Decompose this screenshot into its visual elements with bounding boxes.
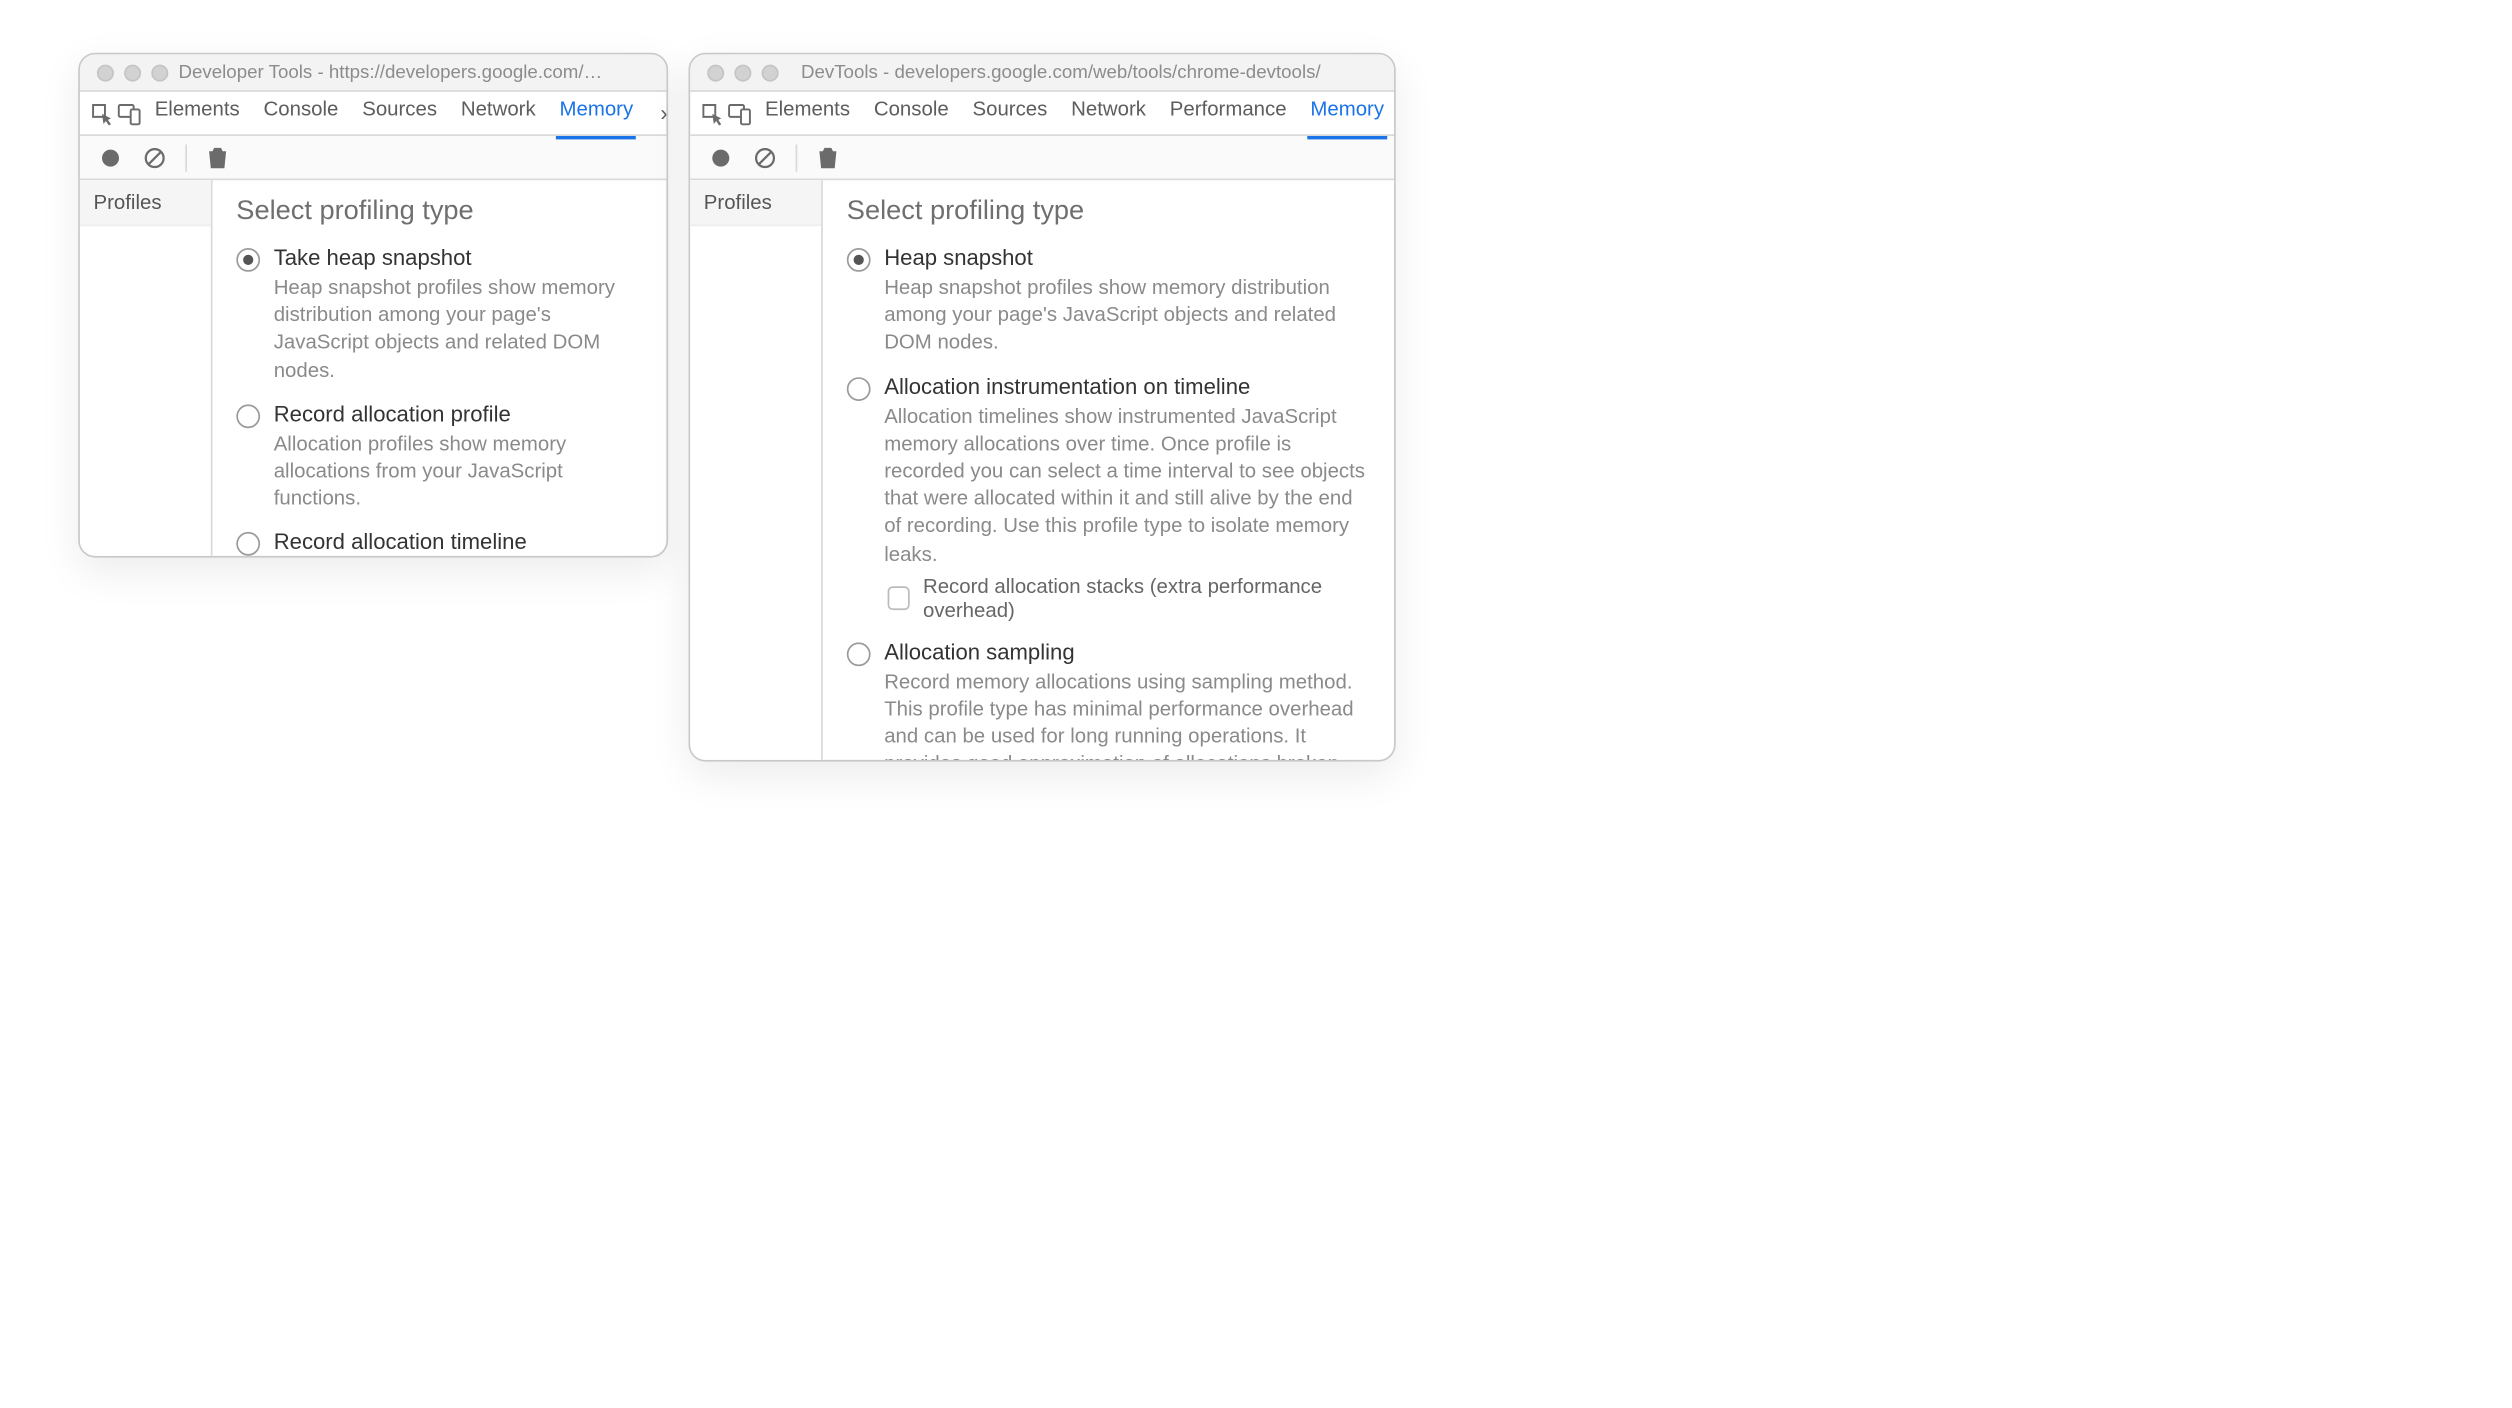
window-controls bbox=[707, 64, 778, 81]
panel-tabbar: Elements Console Sources Network Perform… bbox=[690, 92, 1394, 136]
option-desc: Allocation profiles show memory allocati… bbox=[274, 430, 643, 513]
devtools-window-right: DevTools - developers.google.com/web/too… bbox=[689, 53, 1396, 762]
option-allocation-sampling[interactable]: Allocation sampling Record memory alloca… bbox=[847, 639, 1371, 760]
radio-heap-snapshot[interactable] bbox=[847, 248, 871, 272]
profiling-type-heading: Select profiling type bbox=[236, 197, 642, 228]
record-icon[interactable] bbox=[97, 144, 124, 171]
sidebar: Profiles bbox=[690, 180, 823, 760]
panel-tabs: Elements Console Sources Network Memory … bbox=[155, 97, 668, 129]
minimize-window-button[interactable] bbox=[124, 64, 141, 81]
tab-elements[interactable]: Elements bbox=[155, 97, 240, 129]
option-desc: Heap snapshot profiles show memory distr… bbox=[884, 274, 1370, 357]
record-allocation-stacks-checkbox[interactable] bbox=[887, 586, 909, 610]
option-label: Heap snapshot bbox=[884, 245, 1370, 271]
option-label: Record allocation timeline bbox=[274, 529, 643, 555]
panel-tabbar: Elements Console Sources Network Memory … bbox=[80, 92, 667, 136]
main-panel: Select profiling type Heap snapshot Heap… bbox=[823, 180, 1394, 760]
trash-icon[interactable] bbox=[814, 144, 841, 171]
panel-tabs: Elements Console Sources Network Perform… bbox=[765, 97, 1396, 129]
zoom-window-button[interactable] bbox=[151, 64, 168, 81]
radio-allocation-timeline[interactable] bbox=[236, 533, 260, 556]
sidebar: Profiles bbox=[80, 180, 213, 556]
tab-elements[interactable]: Elements bbox=[765, 97, 850, 129]
tab-memory[interactable]: Memory bbox=[559, 97, 633, 129]
option-allocation-profile[interactable]: Record allocation profile Allocation pro… bbox=[236, 401, 642, 512]
radio-allocation-profile[interactable] bbox=[236, 404, 260, 428]
more-tabs-icon[interactable]: » bbox=[657, 100, 668, 126]
record-icon[interactable] bbox=[707, 144, 734, 171]
device-toggle-icon[interactable] bbox=[728, 91, 752, 135]
window-controls bbox=[97, 64, 168, 81]
option-desc: Heap snapshot profiles show memory distr… bbox=[274, 274, 643, 384]
tab-sources[interactable]: Sources bbox=[362, 97, 437, 129]
option-desc: Allocation timelines show instrumented J… bbox=[884, 402, 1370, 567]
sidebar-heading-profiles[interactable]: Profiles bbox=[690, 180, 821, 226]
radio-heap-snapshot[interactable] bbox=[236, 248, 260, 272]
close-window-button[interactable] bbox=[707, 64, 724, 81]
memory-toolbar bbox=[690, 136, 1394, 180]
memory-toolbar bbox=[80, 136, 667, 180]
titlebar: Developer Tools - https://developers.goo… bbox=[80, 54, 667, 91]
option-label: Allocation sampling bbox=[884, 639, 1370, 665]
clear-icon[interactable] bbox=[751, 144, 778, 171]
option-allocation-timeline[interactable]: Allocation instrumentation on timeline A… bbox=[847, 373, 1371, 567]
clear-icon[interactable] bbox=[141, 144, 168, 171]
trash-icon[interactable] bbox=[204, 144, 231, 171]
device-toggle-icon[interactable] bbox=[117, 91, 141, 135]
tab-console[interactable]: Console bbox=[264, 97, 339, 129]
tab-network[interactable]: Network bbox=[461, 97, 536, 129]
radio-allocation-sampling[interactable] bbox=[847, 642, 871, 666]
option-label: Take heap snapshot bbox=[274, 245, 643, 271]
devtools-window-left: Developer Tools - https://developers.goo… bbox=[78, 53, 668, 558]
titlebar: DevTools - developers.google.com/web/too… bbox=[690, 54, 1394, 91]
main-panel: Select profiling type Take heap snapshot… bbox=[213, 180, 667, 556]
record-allocation-stacks-label: Record allocation stacks (extra performa… bbox=[923, 574, 1370, 622]
option-desc: Record memory allocations using sampling… bbox=[884, 668, 1370, 760]
inspect-icon[interactable] bbox=[90, 91, 114, 135]
inspect-icon[interactable] bbox=[700, 91, 724, 135]
tab-performance[interactable]: Performance bbox=[1170, 97, 1287, 129]
profiling-type-heading: Select profiling type bbox=[847, 197, 1371, 228]
option-allocation-timeline[interactable]: Record allocation timeline Allocation ti… bbox=[236, 529, 642, 556]
option-label: Record allocation profile bbox=[274, 401, 643, 427]
tab-network[interactable]: Network bbox=[1071, 97, 1146, 129]
minimize-window-button[interactable] bbox=[734, 64, 751, 81]
tab-memory[interactable]: Memory bbox=[1310, 97, 1384, 129]
option-heap-snapshot[interactable]: Take heap snapshot Heap snapshot profile… bbox=[236, 245, 642, 384]
record-allocation-stacks-row[interactable]: Record allocation stacks (extra performa… bbox=[887, 574, 1370, 622]
zoom-window-button[interactable] bbox=[762, 64, 779, 81]
sidebar-heading-profiles[interactable]: Profiles bbox=[80, 180, 211, 226]
radio-allocation-timeline[interactable] bbox=[847, 377, 871, 401]
close-window-button[interactable] bbox=[97, 64, 114, 81]
window-title: Developer Tools - https://developers.goo… bbox=[179, 62, 650, 82]
option-label: Allocation instrumentation on timeline bbox=[884, 373, 1370, 399]
window-title: DevTools - developers.google.com/web/too… bbox=[789, 62, 1377, 82]
option-heap-snapshot[interactable]: Heap snapshot Heap snapshot profiles sho… bbox=[847, 245, 1371, 356]
tab-console[interactable]: Console bbox=[874, 97, 949, 129]
tab-sources[interactable]: Sources bbox=[973, 97, 1048, 129]
